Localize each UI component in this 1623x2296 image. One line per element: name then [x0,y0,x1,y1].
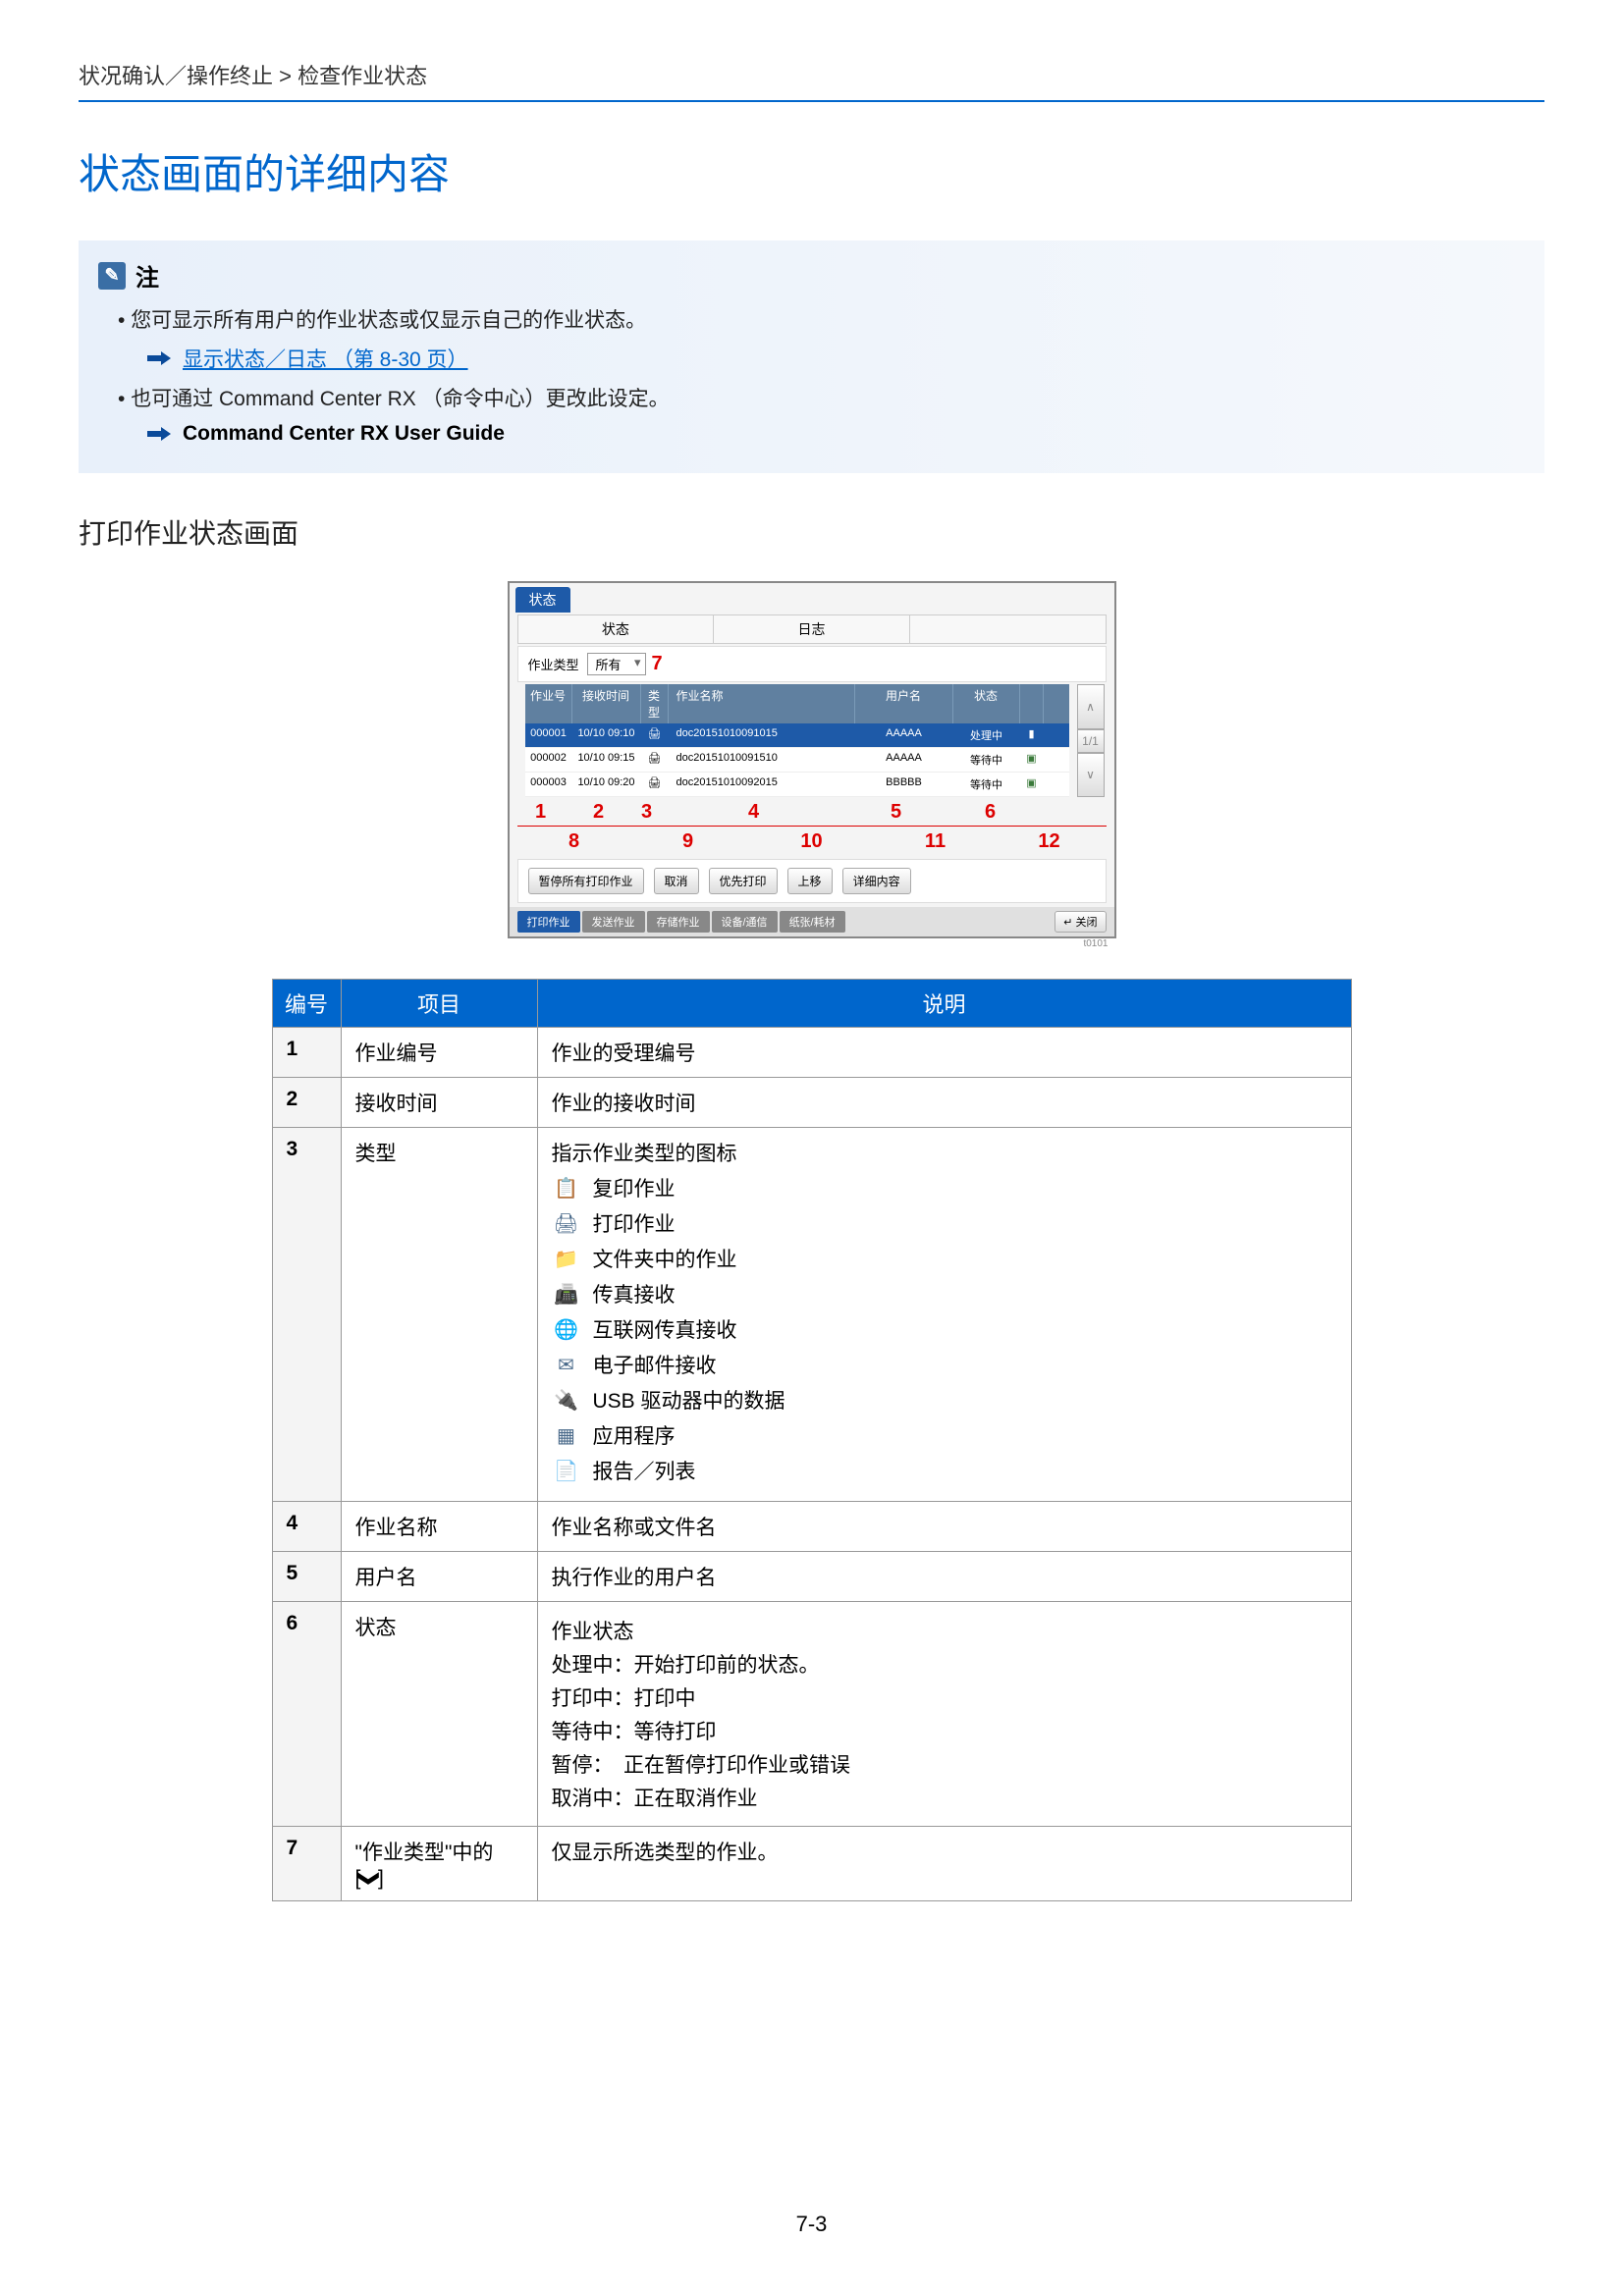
note-line-1: • 您可显示所有用户的作业状态或仅显示自己的作业状态。 [118,304,1525,334]
chevron-down-icon: ❯ [357,1870,382,1888]
note-link-row-1: 显示状态／日志 （第 8-30 页） [147,344,1525,373]
print-icon: 🖨 [641,723,669,747]
close-button[interactable]: ↵ 关闭 [1055,911,1106,933]
page-title: 状态画面的详细内容 [79,141,1544,201]
jobtype-select[interactable]: 所有 [587,653,646,675]
print-icon: 🖨 [641,773,669,796]
note-header: ✎ 注 [98,258,1525,293]
th-desc: 说明 [537,980,1351,1028]
detail-button[interactable]: 详细内容 [842,868,911,894]
report-list-icon: 📄 [552,1456,581,1485]
status-icon: ▣ [1020,773,1044,796]
fax-rx-icon: 📠 [552,1279,581,1308]
jobtype-label: 作业类型 [528,655,579,673]
page-indicator: 1/1 [1077,729,1105,753]
table-row: 2 接收时间 作业的接收时间 [272,1078,1351,1128]
table-row: 5 用户名 执行作业的用户名 [272,1552,1351,1602]
note-label: 注 [135,258,159,293]
link-display-status-log[interactable]: 显示状态／日志 （第 8-30 页） [183,344,468,373]
th-no: 编号 [272,980,341,1028]
table-row: 7 "作业类型"中的 [❯] 仅显示所选类型的作业。 [272,1827,1351,1901]
tab-paper[interactable]: 纸张/耗材 [780,911,845,933]
tab-print-jobs[interactable]: 打印作业 [517,911,580,933]
th-item: 项目 [341,980,537,1028]
arrow-icon [147,351,171,365]
tab-store-jobs[interactable]: 存储作业 [647,911,710,933]
usb-data-icon: 🔌 [552,1385,581,1415]
grid-header: 作业号 接收时间 类型 作业名称 用户名 状态 [525,684,1069,723]
bottom-tabs: 打印作业 发送作业 存储作业 设备/通信 纸张/耗材 ↵ 关闭 [510,907,1114,936]
marker-7: 7 [652,653,663,675]
section-title: 打印作业状态画面 [79,512,1544,552]
action-buttons: 暂停所有打印作业 取消 优先打印 上移 详细内容 [517,859,1107,903]
application-icon: ▦ [552,1420,581,1450]
tab-log[interactable]: 日志 [714,615,910,643]
tab-status[interactable]: 状态 [518,615,715,643]
copy-job-icon: 📋 [552,1173,581,1202]
arrow-icon [147,427,171,441]
table-row: 3 类型 指示作业类型的图标 📋复印作业 🖨打印作业 📁文件夹中的作业 📠传真接… [272,1128,1351,1502]
scroll-down-button[interactable]: ∨ [1077,753,1105,798]
cancel-button[interactable]: 取消 [654,868,699,894]
note-line-2: • 也可通过 Command Center RX （命令中心）更改此设定。 [118,383,1525,412]
pause-all-button[interactable]: 暂停所有打印作业 [528,868,644,894]
tab-device[interactable]: 设备/通信 [712,911,778,933]
marker-row-1: 1 2 3 4 5 6 [517,801,1107,827]
print-icon: 🖨 [641,748,669,772]
note-ref-row-2: Command Center RX User Guide [147,422,1525,446]
table-row: 1 作业编号 作业的受理编号 [272,1028,1351,1078]
priority-print-button[interactable]: 优先打印 [709,868,778,894]
description-table: 编号 项目 说明 1 作业编号 作业的受理编号 2 接收时间 作业的接收时间 3… [272,979,1352,1901]
print-job-icon: 🖨 [552,1208,581,1238]
ifax-rx-icon: 🌐 [552,1314,581,1344]
job-row[interactable]: 000002 10/10 09:15 🖨 doc20151010091510 A… [525,748,1069,773]
table-row: 4 作业名称 作业名称或文件名 [272,1502,1351,1552]
status-icon: ▣ [1020,748,1044,772]
screen-title-tab: 状态 [515,587,570,613]
job-row[interactable]: 000003 10/10 09:20 🖨 doc20151010092015 B… [525,773,1069,797]
template-code: t0101 [508,938,1109,949]
tab-blank [910,615,1106,643]
breadcrumb: 状况确认／操作终止 > 检查作业状态 [79,59,1544,102]
top-tabs: 状态 日志 [517,614,1107,644]
screenshot: 状态 状态 日志 作业类型 所有 7 作业号 接收时间 类型 作业名称 用户名 … [508,581,1116,949]
job-row[interactable]: 000001 10/10 09:10 🖨 doc20151010091015 A… [525,723,1069,748]
table-row: 6 状态 作业状态 处理中：开始打印前的状态。 打印中：打印中 等待中：等待打印… [272,1602,1351,1827]
job-type-row: 作业类型 所有 7 [517,646,1107,682]
scroll-up-button[interactable]: ∧ [1077,684,1105,729]
marker-row-2: 8 9 10 11 12 [517,830,1107,855]
status-icon: ▮ [1020,723,1044,747]
note-icon: ✎ [98,262,126,290]
tab-send-jobs[interactable]: 发送作业 [582,911,645,933]
folder-job-icon: 📁 [552,1244,581,1273]
move-up-button[interactable]: 上移 [787,868,833,894]
note-box: ✎ 注 • 您可显示所有用户的作业状态或仅显示自己的作业状态。 显示状态／日志 … [79,240,1544,473]
email-rx-icon: ✉ [552,1350,581,1379]
ref-ccrx-guide: Command Center RX User Guide [183,422,505,446]
page-number: 7-3 [0,2212,1623,2237]
